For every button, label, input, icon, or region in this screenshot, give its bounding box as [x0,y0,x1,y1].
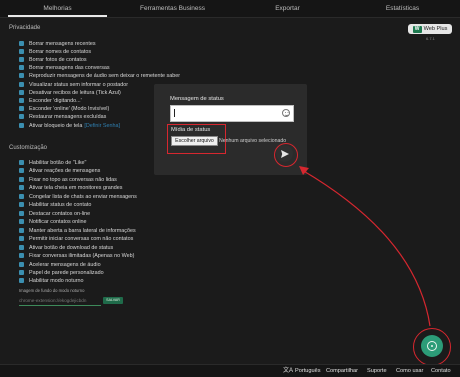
language-label: Português [295,368,321,374]
annotation-arrow [299,166,431,327]
footer-bar: 文A Português Compartilhar Suporte Como us… [0,364,460,377]
contact-link[interactable]: Contato [431,365,451,377]
share-link[interactable]: Compartilhar [326,365,358,377]
language-selector[interactable]: 文A Português [283,365,321,377]
translate-icon: 文A [283,368,294,374]
extension-icon [427,341,437,351]
how-to-link[interactable]: Como usar [396,365,423,377]
extension-fab-button[interactable] [421,335,443,357]
support-link[interactable]: Suporte [367,365,387,377]
